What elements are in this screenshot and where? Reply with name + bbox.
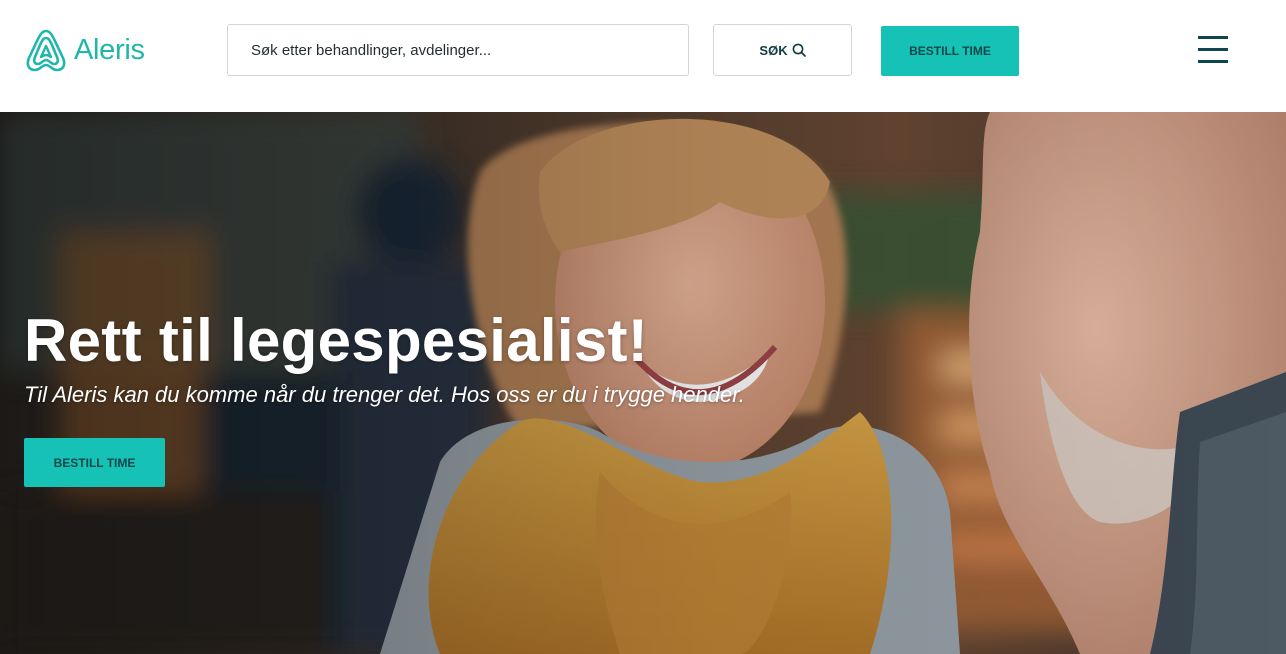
menu-bar	[1198, 60, 1228, 63]
search-icon	[792, 43, 806, 57]
menu-bar	[1198, 48, 1228, 51]
aleris-logo[interactable]: Aleris	[24, 28, 145, 72]
book-appointment-button-hero[interactable]: BESTILL TIME	[24, 438, 165, 487]
hero-banner: Rett til legespesialist! Til Aleris kan …	[0, 112, 1286, 654]
hamburger-menu-icon[interactable]	[1196, 34, 1230, 66]
search-button[interactable]: SØK	[713, 24, 852, 76]
search-input[interactable]	[227, 24, 689, 76]
site-header: Aleris SØK BESTILL TIME	[0, 0, 1286, 112]
hero-subtitle: Til Aleris kan du komme når du trenger d…	[24, 382, 745, 407]
logo-wordmark: Aleris	[74, 34, 145, 66]
book-appointment-button-header[interactable]: BESTILL TIME	[881, 26, 1019, 76]
search-button-label: SØK	[759, 42, 788, 58]
aleris-logo-icon	[26, 29, 66, 72]
menu-bar	[1198, 36, 1228, 39]
hero-title: Rett til legespesialist!	[24, 307, 649, 374]
